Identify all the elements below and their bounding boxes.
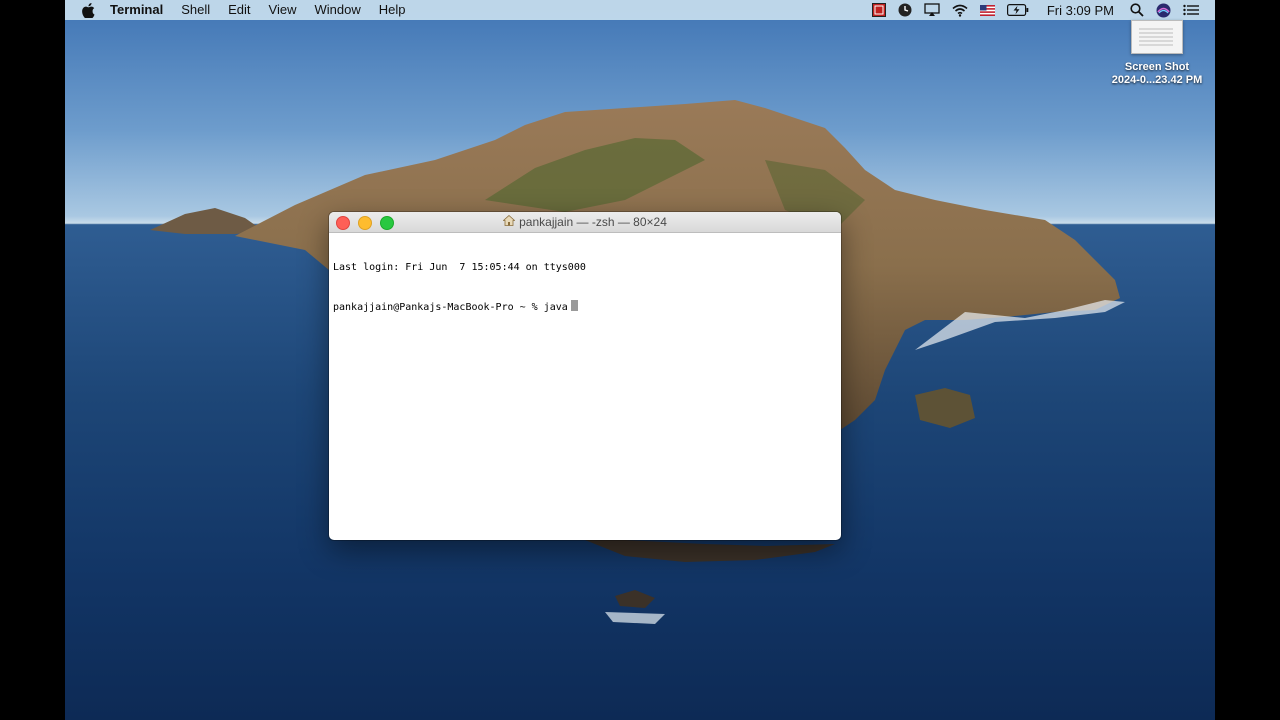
terminal-window[interactable]: pankajjain — -zsh — 80×24 Last login: Fr…: [329, 212, 841, 540]
menu-shell[interactable]: Shell: [172, 0, 219, 20]
menu-app-terminal[interactable]: Terminal: [101, 0, 172, 20]
airplay-icon[interactable]: [924, 3, 940, 17]
menu-view[interactable]: View: [260, 0, 306, 20]
wifi-icon[interactable]: [952, 4, 968, 17]
close-window-button[interactable]: [336, 216, 350, 230]
us-flag-icon[interactable]: [979, 4, 995, 16]
terminal-titlebar[interactable]: pankajjain — -zsh — 80×24: [329, 212, 841, 233]
clock-widget-icon[interactable]: [898, 3, 912, 17]
menu-help[interactable]: Help: [370, 0, 415, 20]
menubar-clock[interactable]: Fri 3:09 PM: [1047, 3, 1114, 18]
desktop-screenshot-file[interactable]: Screen Shot 2024-0...23.42 PM: [1097, 20, 1215, 87]
desktop-file-label-line1: Screen Shot: [1124, 61, 1190, 73]
terminal-cursor: [570, 300, 578, 311]
menu-bar: Terminal Shell Edit View Window Help Fri…: [65, 0, 1215, 20]
minimize-window-button[interactable]: [358, 216, 372, 230]
terminal-prompt-text: pankajjain@Pankajs-MacBook-Pro ~ % java: [333, 302, 568, 313]
terminal-prompt-line[interactable]: pankajjain@Pankajs-MacBook-Pro ~ % java: [333, 300, 837, 314]
zoom-window-button[interactable]: [380, 216, 394, 230]
menu-window[interactable]: Window: [306, 0, 370, 20]
screenshot-thumbnail-icon[interactable]: [1131, 20, 1183, 54]
terminal-content[interactable]: Last login: Fri Jun 7 15:05:44 on ttys00…: [329, 233, 841, 342]
terminal-line-last-login: Last login: Fri Jun 7 15:05:44 on ttys00…: [333, 262, 586, 273]
desktop: Terminal Shell Edit View Window Help Fri…: [65, 0, 1215, 720]
battery-charging-icon[interactable]: [1006, 4, 1029, 16]
spotlight-search-icon[interactable]: [1130, 3, 1144, 17]
apple-menu-icon[interactable]: [75, 0, 101, 20]
home-folder-icon: [502, 214, 516, 229]
screen-recorder-icon[interactable]: [871, 3, 886, 17]
menu-edit[interactable]: Edit: [219, 0, 259, 20]
desktop-file-label-line2: 2024-0...23.42 PM: [1111, 74, 1203, 86]
terminal-title: pankajjain — -zsh — 80×24: [519, 215, 667, 229]
control-center-icon[interactable]: [1183, 4, 1199, 16]
siri-icon[interactable]: [1156, 3, 1171, 18]
